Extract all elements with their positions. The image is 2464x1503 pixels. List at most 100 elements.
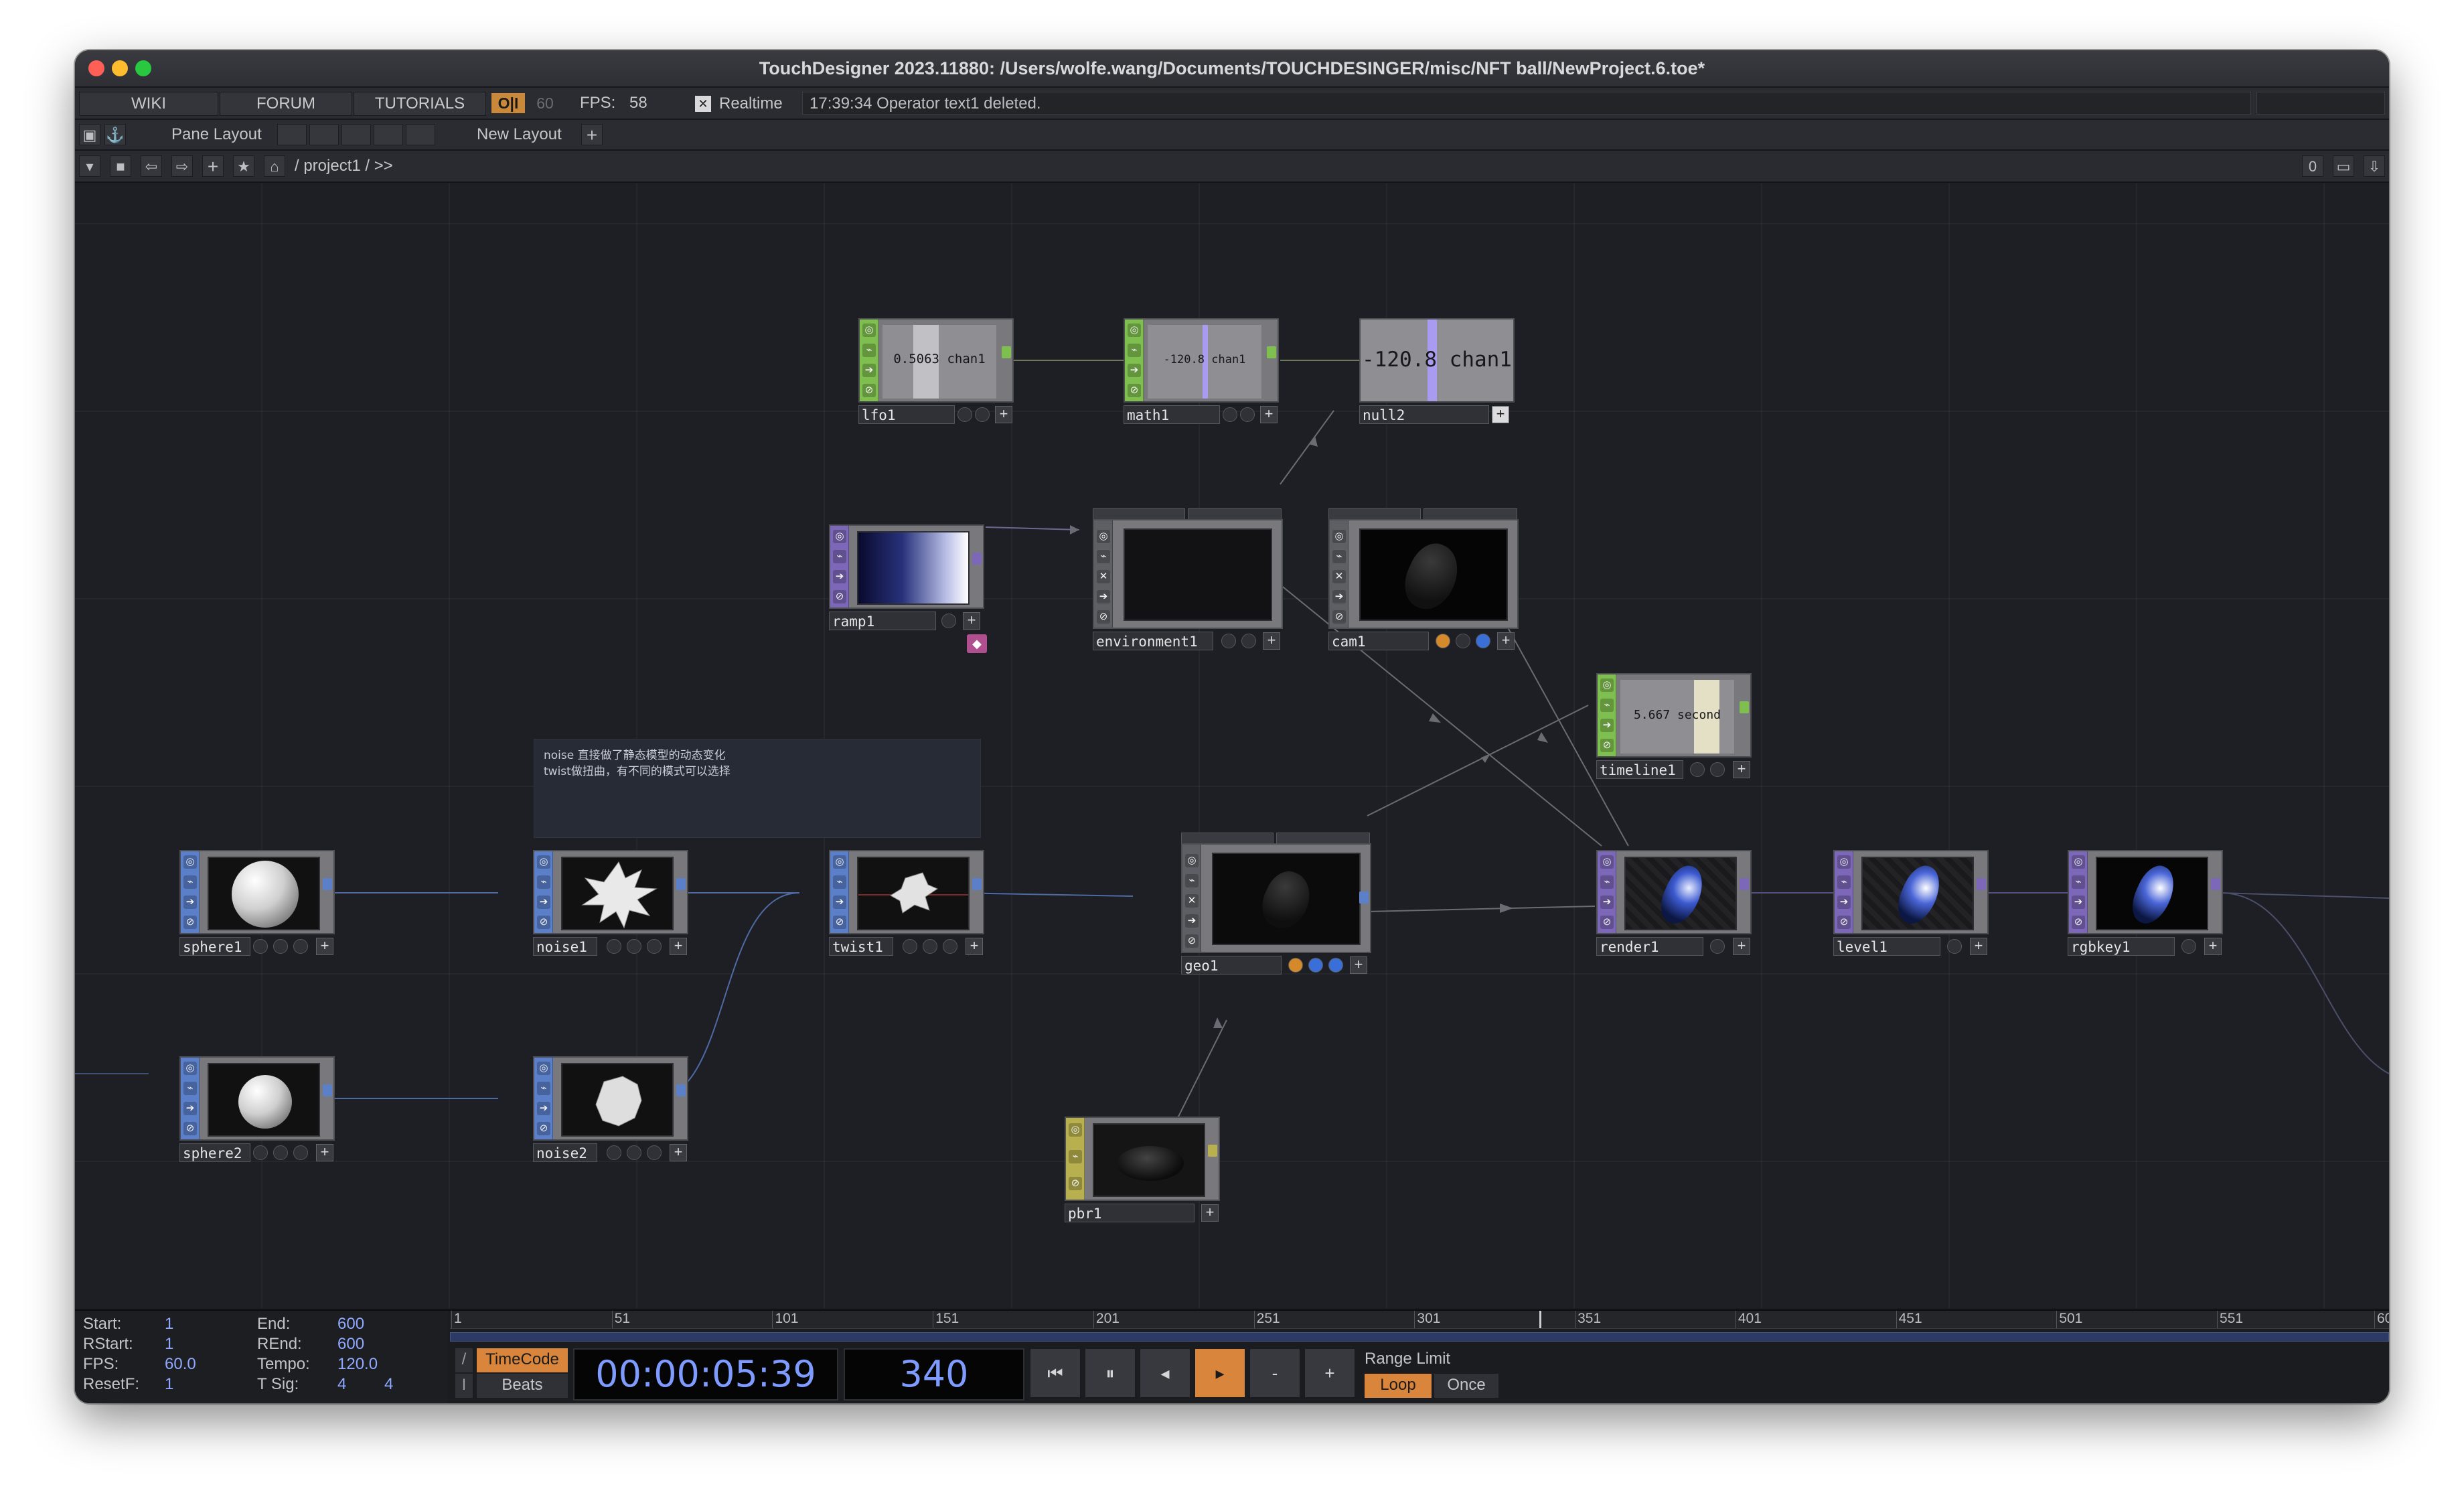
- timeline-ruler[interactable]: 151101151201251301351401451501551600: [450, 1311, 2389, 1329]
- node-lfo1[interactable]: ◎ ⌁ ➔ ⊘ 0.5063 chan1 lfo1 +: [858, 318, 1016, 425]
- layout-split-vertical-icon[interactable]: [309, 124, 339, 145]
- node-add-button[interactable]: +: [1260, 406, 1278, 423]
- node-name-label[interactable]: noise2: [533, 1143, 597, 1162]
- node-add-button[interactable]: +: [316, 938, 333, 955]
- bypass-icon[interactable]: ➔: [537, 896, 550, 909]
- lock-icon[interactable]: ⌁: [862, 344, 876, 357]
- output-connector[interactable]: [1359, 891, 1369, 904]
- timecode-button[interactable]: TimeCode: [477, 1348, 568, 1372]
- add-icon[interactable]: +: [202, 155, 224, 177]
- clone-icon[interactable]: ⊘: [862, 384, 876, 397]
- node-name-label[interactable]: twist1: [829, 937, 893, 956]
- output-connector[interactable]: [1740, 878, 1749, 890]
- lock-icon[interactable]: ⌁: [1600, 875, 1614, 889]
- display-flag[interactable]: [627, 1145, 641, 1160]
- display-flag[interactable]: [975, 407, 990, 422]
- viewer-toggle-icon[interactable]: ◎: [1600, 855, 1614, 869]
- pause-button[interactable]: ⏸: [1085, 1348, 1136, 1398]
- viewer-flag[interactable]: [957, 407, 972, 422]
- node-add-button[interactable]: +: [966, 938, 983, 955]
- lock-icon[interactable]: ⌁: [1128, 344, 1141, 357]
- node-noise2[interactable]: ◎ ⌁ ➔ ⊘ noise2 +: [533, 1056, 691, 1163]
- node-name-label[interactable]: sphere2: [179, 1143, 250, 1162]
- node-add-button[interactable]: +: [1733, 938, 1750, 955]
- timecode-display[interactable]: 00:00:05:39: [573, 1348, 838, 1401]
- node-add-button[interactable]: +: [1263, 632, 1280, 650]
- bypass-icon[interactable]: ➔: [833, 896, 846, 909]
- lock-icon[interactable]: ⌁: [833, 875, 846, 889]
- node-add-button[interactable]: +: [1201, 1204, 1219, 1222]
- node-name-label[interactable]: math1: [1124, 405, 1220, 424]
- ramp-keys-icon[interactable]: ◆: [967, 634, 987, 653]
- node-add-button[interactable]: +: [1492, 406, 1509, 423]
- play-forward-button[interactable]: ▸: [1195, 1348, 1245, 1398]
- lock-icon[interactable]: ⌁: [1332, 550, 1346, 563]
- output-connector[interactable]: [676, 1084, 686, 1096]
- node-name-label[interactable]: timeline1: [1596, 760, 1683, 779]
- bypass-icon[interactable]: ➔: [1600, 719, 1614, 732]
- output-connector[interactable]: [1267, 346, 1276, 358]
- output-connector[interactable]: [323, 1084, 332, 1096]
- viewer-flag[interactable]: [253, 939, 268, 954]
- node-null2[interactable]: -120.8 chan1 null2 +: [1359, 318, 1517, 425]
- anchor-icon[interactable]: ⚓: [104, 124, 126, 145]
- close-icon[interactable]: ✕: [1185, 894, 1199, 908]
- timecode-mode-icon[interactable]: /: [455, 1348, 473, 1372]
- bypass-icon[interactable]: ➔: [1097, 590, 1110, 603]
- viewer-toggle-icon[interactable]: ◎: [2072, 855, 2085, 869]
- playhead-marker[interactable]: [1539, 1311, 1542, 1328]
- node-name-label[interactable]: rgbkey1: [2068, 937, 2175, 956]
- lock-icon[interactable]: ⌁: [183, 1082, 197, 1095]
- node-name-label[interactable]: ramp1: [829, 612, 936, 630]
- viewer-toggle-icon[interactable]: ◎: [833, 855, 846, 869]
- maximize-pane-icon[interactable]: ▭: [2333, 155, 2354, 177]
- beats-button[interactable]: Beats: [477, 1374, 568, 1398]
- node-render1[interactable]: ◎ ⌁ ➔ ⊘ render1 +: [1596, 850, 1754, 957]
- viewer-flag[interactable]: [607, 939, 621, 954]
- network-editor[interactable]: noise 直接做了静态模型的动态变化 twist做扭曲，有不同的模式可以选择 …: [75, 183, 2389, 1308]
- rstart-value[interactable]: 1: [165, 1335, 173, 1354]
- viewer-flag[interactable]: [607, 1145, 621, 1160]
- node-add-button[interactable]: +: [316, 1144, 333, 1161]
- render-flag[interactable]: [293, 1145, 308, 1160]
- viewer-toggle-icon[interactable]: ◎: [1185, 854, 1199, 867]
- image-viewer-icon[interactable]: ▣: [79, 124, 100, 145]
- display-flag[interactable]: [923, 939, 937, 954]
- bypass-icon[interactable]: ➔: [833, 570, 846, 583]
- lock-icon[interactable]: ⌁: [833, 550, 846, 563]
- back-arrow-icon[interactable]: ⇦: [141, 155, 162, 177]
- viewer-toggle-icon[interactable]: ◎: [1600, 678, 1614, 692]
- node-name-label[interactable]: null2: [1359, 405, 1489, 424]
- viewer-toggle-icon[interactable]: ◎: [537, 1062, 550, 1075]
- node-add-button[interactable]: +: [1497, 632, 1515, 650]
- display-flag[interactable]: [273, 939, 288, 954]
- clone-icon[interactable]: ⊘: [537, 916, 550, 929]
- output-connector[interactable]: [323, 878, 332, 890]
- node-add-button[interactable]: +: [2204, 938, 2222, 955]
- lock-icon[interactable]: ⌁: [1097, 550, 1110, 563]
- bypass-icon[interactable]: ➔: [1600, 896, 1614, 909]
- chevron-down-icon[interactable]: ▾: [79, 155, 100, 177]
- viewer-toggle-icon[interactable]: ◎: [833, 530, 846, 543]
- render-flag[interactable]: [943, 939, 957, 954]
- display-flag[interactable]: [1240, 407, 1255, 422]
- node-add-button[interactable]: +: [963, 612, 980, 630]
- download-icon[interactable]: ⇩: [2364, 155, 2385, 177]
- node-name-label[interactable]: cam1: [1328, 632, 1429, 650]
- lock-icon[interactable]: ⌁: [1069, 1150, 1082, 1163]
- bypass-icon[interactable]: ➔: [862, 364, 876, 377]
- clone-icon[interactable]: ⊘: [183, 1122, 197, 1135]
- new-layout-label[interactable]: New Layout: [477, 124, 562, 145]
- node-name-label[interactable]: environment1: [1093, 632, 1213, 650]
- node-sphere1[interactable]: ◎ ⌁ ➔ ⊘ sphere1 +: [179, 850, 337, 957]
- output-connector[interactable]: [972, 553, 982, 565]
- star-icon[interactable]: ★: [233, 155, 254, 177]
- loop-button[interactable]: Loop: [1365, 1374, 1432, 1398]
- clone-icon[interactable]: ⊘: [1332, 610, 1346, 624]
- realtime-checkbox[interactable]: ✕: [695, 96, 711, 112]
- viewer-toggle-icon[interactable]: ◎: [1332, 530, 1346, 543]
- node-add-button[interactable]: +: [1970, 938, 1987, 955]
- display-flag[interactable]: [1476, 634, 1490, 648]
- node-rgbkey1[interactable]: ◎ ⌁ ➔ ⊘ rgbkey1 +: [2068, 850, 2226, 957]
- clone-icon[interactable]: ⊘: [833, 590, 846, 603]
